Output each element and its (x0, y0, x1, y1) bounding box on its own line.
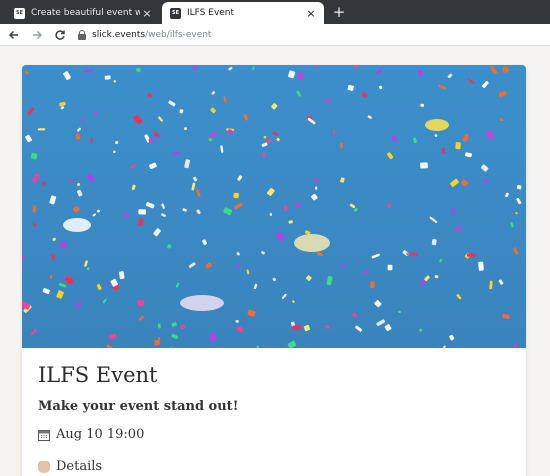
new-tab-button[interactable]: + (330, 2, 348, 22)
forward-button[interactable] (28, 26, 46, 44)
url-host: slick.events (92, 30, 146, 40)
close-tab-icon[interactable]: × (140, 7, 154, 20)
arrow-left-icon (8, 30, 18, 40)
reload-button[interactable] (51, 26, 69, 44)
url-path: /web/ilfs-event (145, 30, 212, 40)
tab-create-event-websites[interactable]: SE Create beautiful event websites × (6, 2, 160, 24)
reload-icon (55, 30, 65, 40)
slick-events-favicon-icon: SE (14, 7, 25, 19)
address-bar[interactable]: slick.events/web/ilfs-event (74, 26, 544, 44)
back-button[interactable] (5, 26, 23, 44)
event-title: ILFS Event (38, 363, 158, 387)
calendar-icon (38, 429, 50, 441)
lock-icon (78, 30, 86, 40)
close-tab-icon[interactable]: × (304, 7, 318, 20)
details-label: Details (56, 459, 103, 474)
hero-confetti-image (22, 65, 526, 348)
tab-title: Create beautiful event websites (31, 8, 140, 18)
tab-title: ILFS Event (187, 8, 235, 18)
arrow-right-icon (33, 30, 43, 40)
browser-toolbar: slick.events/web/ilfs-event (0, 24, 550, 46)
tab-ilfs-event[interactable]: SE ILFS Event × (162, 2, 324, 24)
event-date: Aug 10 19:00 (38, 427, 144, 442)
waving-hand-icon (38, 460, 50, 473)
event-card: ILFS Event Make your event stand out! Au… (22, 65, 526, 476)
event-date-text: Aug 10 19:00 (56, 427, 145, 442)
page-content: ILFS Event Make your event stand out! Au… (0, 47, 550, 476)
event-details-heading: Details (38, 459, 102, 474)
event-tagline: Make your event stand out! (38, 399, 239, 414)
slick-events-favicon-icon: SE (170, 7, 181, 19)
tab-strip: SE Create beautiful event websites × SE … (0, 0, 550, 24)
